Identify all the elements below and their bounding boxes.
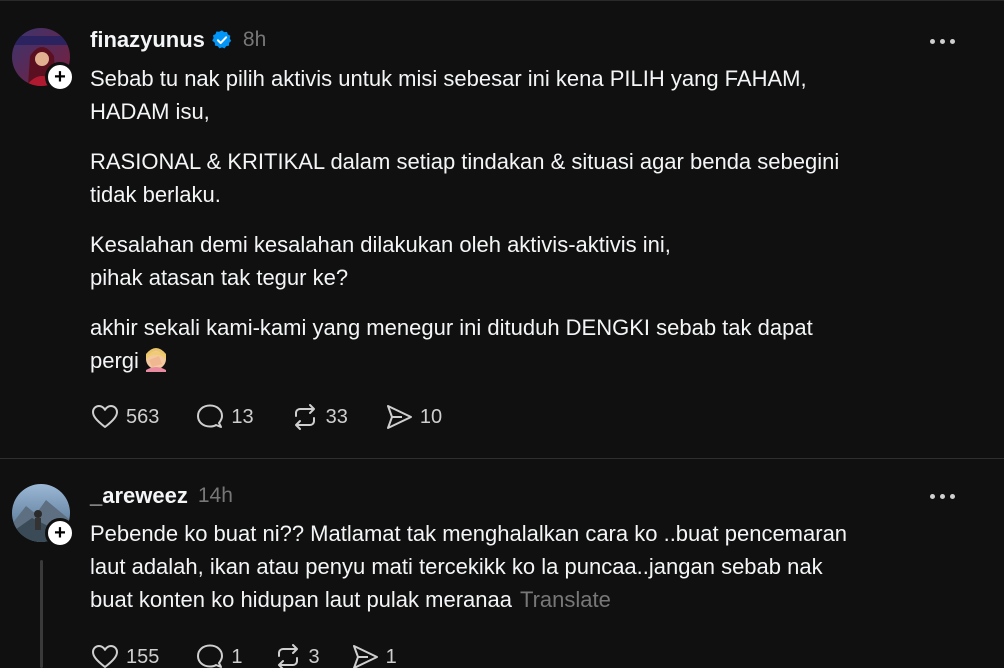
heart-icon xyxy=(92,405,118,428)
post-text-last: akhir sekali kami-kami yang menegur ini … xyxy=(90,311,970,377)
facepalm-emoji-icon xyxy=(145,348,166,372)
post-text: Pebende ko buat ni?? Matlamat tak mengha… xyxy=(90,521,848,612)
like-button[interactable]: 563 xyxy=(90,402,159,432)
post-actions: 563 13 33 10 xyxy=(90,402,478,432)
post-divider xyxy=(0,458,1004,459)
repost-button[interactable]: 33 xyxy=(290,402,348,432)
threads-feed: + finazyunus 8h Sebab tu nak pilih aktiv… xyxy=(0,0,1004,668)
top-border xyxy=(0,0,1004,1)
repost-icon xyxy=(294,404,315,430)
post-text: RASIONAL & KRITIKAL dalam setiap tindaka… xyxy=(90,149,840,207)
post-actions: 155 1 3 1 xyxy=(90,642,433,668)
share-icon xyxy=(352,645,378,668)
heart-icon xyxy=(92,645,118,668)
more-icon[interactable] xyxy=(924,31,960,51)
follow-plus-icon[interactable]: + xyxy=(45,62,75,92)
post-header: _areweez 14h xyxy=(90,481,233,511)
like-count: 155 xyxy=(126,645,160,668)
username[interactable]: finazyunus xyxy=(90,27,205,53)
share-button[interactable]: 1 xyxy=(350,642,397,668)
like-button[interactable]: 155 xyxy=(90,642,159,668)
share-icon xyxy=(386,405,412,429)
comment-icon xyxy=(197,404,224,428)
comment-count: 13 xyxy=(231,405,254,428)
verified-icon xyxy=(212,30,232,49)
post-header: finazyunus 8h xyxy=(90,25,266,55)
post-text: akhir sekali kami-kami yang menegur ini … xyxy=(90,315,813,373)
avatar[interactable]: + xyxy=(12,484,75,548)
avatar[interactable]: + xyxy=(12,28,75,92)
repost-count: 3 xyxy=(308,645,320,668)
comment-count: 1 xyxy=(231,645,243,668)
username[interactable]: _areweez xyxy=(90,483,188,509)
post-text: Kesalahan demi kesalahan dilakukan oleh … xyxy=(90,232,671,290)
comment-icon xyxy=(197,644,224,668)
comment-button[interactable]: 1 xyxy=(195,642,243,668)
translate-link[interactable]: Translate xyxy=(520,587,611,612)
repost-count: 33 xyxy=(325,405,348,428)
post-time: 8h xyxy=(242,28,267,51)
more-icon[interactable] xyxy=(924,486,960,506)
follow-plus-icon[interactable]: + xyxy=(45,518,75,548)
share-count: 1 xyxy=(385,645,397,668)
share-count: 10 xyxy=(419,405,443,428)
repost-icon xyxy=(277,644,298,668)
repost-button[interactable]: 3 xyxy=(273,642,320,668)
comment-button[interactable]: 13 xyxy=(195,402,254,432)
post-time: 14h xyxy=(197,484,233,507)
like-count: 563 xyxy=(126,405,160,428)
share-button[interactable]: 10 xyxy=(384,402,442,432)
post-text-block: Pebende ko buat ni?? Matlamat tak mengha… xyxy=(90,517,970,616)
post-text: Sebab tu nak pilih aktivis untuk misi se… xyxy=(90,66,807,124)
thread-line xyxy=(40,560,43,668)
